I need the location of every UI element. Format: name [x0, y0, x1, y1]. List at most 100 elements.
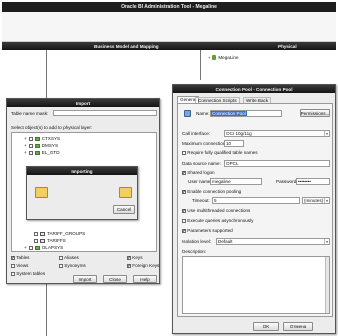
importing-cancel-button[interactable]: Cancel — [113, 205, 135, 214]
checkbox-box — [182, 150, 186, 155]
tree-item[interactable]: TARIFFS — [34, 238, 66, 243]
folder-icon — [34, 245, 40, 250]
chevron-down-icon: ▾ — [324, 198, 329, 203]
cancel-button[interactable]: Отмена — [283, 322, 313, 331]
call-interface-label: Call interface: — [182, 131, 211, 136]
data-source-label: Data source name: — [182, 161, 221, 166]
close-button[interactable]: Close — [103, 275, 127, 283]
expand-icon: + — [24, 245, 27, 250]
chevron-down-icon: ▾ — [324, 131, 329, 136]
user-name-value: megaline — [212, 179, 231, 184]
checkbox-label: Use multithreaded connections — [187, 208, 251, 213]
checkbox-box: ✔ — [11, 254, 15, 260]
checkbox-box — [59, 263, 63, 268]
max-connections-input[interactable]: 10 — [224, 140, 244, 147]
tree-item[interactable]: + CTXSYS — [24, 136, 60, 141]
async-checkbox[interactable]: Execute queries asynchronously — [182, 218, 253, 223]
folder-icon — [34, 150, 40, 155]
shared-logon-checkbox[interactable]: ✔ Shared logon — [182, 170, 215, 175]
timeout-unit-select[interactable]: (minutes) ▾ — [302, 197, 330, 204]
importing-cancel-label: Cancel — [116, 207, 132, 212]
business-model-header: Business Model and Mapping — [94, 43, 159, 49]
checkbox-label: Foreign Keys — [132, 263, 160, 268]
table-name-mask-input[interactable] — [53, 110, 157, 116]
views-checkbox[interactable]: Views — [11, 263, 28, 268]
parameters-checkbox[interactable]: ✔ Parameters supported — [182, 228, 233, 233]
table-name-mask-label: Table name mask: — [11, 111, 49, 116]
enable-pooling-checkbox[interactable]: ✔ Enable connection pooling — [182, 189, 241, 194]
tree-item-label: CTXSYS — [41, 136, 61, 141]
import-button-label: Import — [78, 276, 92, 282]
checkbox-label: Aliases — [64, 255, 79, 260]
tables-checkbox[interactable]: ✔ Tables — [11, 255, 29, 260]
checkbox-label: Keys — [132, 255, 143, 260]
close-button-label: Close — [109, 276, 121, 282]
max-connections-label: Maximum connections: — [182, 141, 229, 146]
timeout-label: Timeout: — [192, 198, 210, 203]
tree-checkbox[interactable] — [28, 136, 33, 141]
tree-checkbox[interactable] — [34, 231, 38, 236]
pool-dialog-titlebar: Connection Pool - Connection Pool — [173, 85, 335, 93]
isolation-select[interactable]: Default ▾ — [216, 238, 330, 245]
password-label: Password: — [276, 179, 298, 184]
destination-folder-icon — [119, 187, 132, 198]
importing-dialog-titlebar: Importing — [27, 167, 137, 175]
app-title: Oracle BI Administration Tool - Megaline — [121, 4, 217, 10]
pane-header-bar: Business Model and Mapping Physical — [2, 42, 336, 50]
require-qualified-checkbox[interactable]: Require fully qualified table names — [182, 150, 258, 155]
ok-button[interactable]: OK — [253, 322, 279, 331]
keys-checkbox[interactable]: ✔ Keys — [127, 255, 143, 260]
tree-item-label: TARIFFS — [47, 238, 66, 243]
expand-icon[interactable]: + — [208, 55, 210, 60]
isolation-value: Default — [218, 239, 233, 244]
isolation-label: Isolation level: — [182, 239, 212, 244]
tree-item[interactable]: + OLAPSYS — [24, 245, 63, 250]
expand-icon: + — [24, 136, 27, 141]
folder-icon — [34, 136, 40, 141]
tree-item[interactable]: + DMSYS — [24, 143, 58, 148]
general-tab-panel: Name: Connection Pool Permissions... Cal… — [177, 103, 333, 317]
expand-icon: + — [24, 143, 27, 148]
password-input[interactable]: •••••••• — [296, 178, 330, 185]
data-source-input[interactable]: OPCL — [224, 160, 330, 167]
source-folder-icon — [35, 187, 48, 198]
tree-checkbox[interactable] — [28, 143, 33, 148]
import-dialog-titlebar: Import — [7, 99, 159, 107]
cancel-button-label: Отмена — [289, 324, 307, 329]
checkbox-label: Enable connection pooling — [187, 189, 242, 194]
tree-checkbox[interactable] — [28, 150, 33, 155]
tree-checkbox[interactable] — [28, 245, 33, 250]
tab-label: General — [180, 97, 197, 102]
checkbox-box — [59, 255, 63, 260]
foreign-keys-checkbox[interactable]: ✔ Foreign Keys — [127, 263, 159, 268]
name-input[interactable]: Connection Pool — [210, 110, 282, 117]
call-interface-select[interactable]: OCI 10g/11g ▾ — [224, 130, 330, 137]
description-textarea[interactable] — [182, 256, 330, 314]
user-name-label: User name: — [188, 179, 212, 184]
physical-tree-item[interactable]: + MegaLine — [208, 55, 239, 60]
scrollbar[interactable] — [325, 257, 329, 313]
database-icon — [212, 55, 217, 60]
timeout-input[interactable]: 5 — [212, 197, 300, 204]
tree-item[interactable]: + EL_GTD — [24, 150, 60, 155]
permissions-button[interactable]: Permissions... — [300, 109, 330, 117]
checkbox-box — [182, 218, 186, 223]
physical-tree-label: MegaLine — [218, 55, 239, 60]
system-tables-checkbox[interactable]: System tables — [11, 271, 45, 276]
physical-header: Physical — [278, 43, 297, 49]
checkbox-label: System tables — [16, 271, 46, 276]
multithreaded-checkbox[interactable]: ✔ Use multithreaded connections — [182, 208, 250, 213]
tree-checkbox[interactable] — [34, 238, 38, 243]
table-icon — [40, 231, 45, 236]
tree-item[interactable]: TARIFF_GROUPS — [34, 231, 85, 236]
import-dialog-title: Import — [75, 100, 91, 106]
import-button[interactable]: Import — [73, 275, 97, 283]
synonyms-checkbox[interactable]: Synonyms — [59, 263, 86, 268]
help-button-label: Help — [140, 276, 150, 282]
data-source-value: OPCL — [226, 161, 239, 166]
expand-icon: + — [24, 150, 27, 155]
checkbox-box: ✔ — [127, 262, 131, 268]
aliases-checkbox[interactable]: Aliases — [59, 255, 79, 260]
help-button[interactable]: Help — [133, 275, 157, 283]
user-name-input[interactable]: megaline — [210, 178, 262, 185]
